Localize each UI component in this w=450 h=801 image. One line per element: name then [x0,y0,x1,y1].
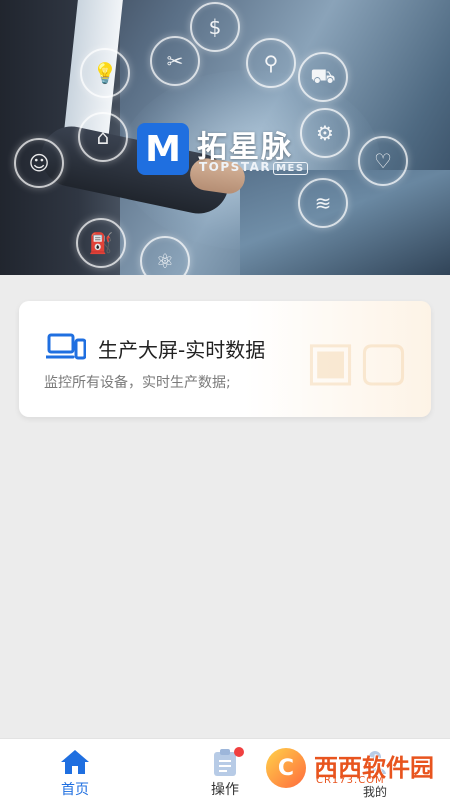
tab-home[interactable]: 首页 [0,739,150,801]
monitor-device-icon [46,333,86,360]
card-description: 监控所有设备，实时生产数据; [44,375,231,391]
oil-pump-icon: ⛽ [76,218,126,268]
card-decoration: ▣▢ [304,329,411,392]
brand-sub-text: TOPSTAR [199,160,272,174]
handshake-icon: ♡ [358,136,408,186]
brand-subtitle: TOPSTAR MES [199,160,308,175]
dollar-icon: $ [190,2,240,52]
lightbulb-icon: 💡 [80,48,130,98]
watermark-logo-icon: C [266,748,306,788]
notification-badge [234,747,244,757]
tab-home-label: 首页 [61,782,89,798]
search-icon: ⚲ [246,38,296,88]
home-icon [61,750,89,774]
person-icon: ☺ [14,138,64,188]
hero-machinery [240,170,450,275]
bottom-tab-bar: 首页 操作 我的 C 西西软件园 CR173.COM [0,738,450,801]
atom-icon: ⚛ [140,236,190,275]
wrench-icon: ✂ [150,36,200,86]
watermark-url: CR173.COM [316,775,385,786]
wifi-icon: ≋ [298,178,348,228]
hero-banner: $ ✂ 💡 ⚲ ⛟ ⌂ ⚙ ☺ ♡ ≋ ⛽ ⚛ M 拓星脉 TOPSTAR MES [0,0,450,275]
production-screen-card[interactable]: ▣▢ 生产大屏-实时数据 监控所有设备，实时生产数据; [19,301,431,417]
brand-tag: MES [273,162,308,175]
factory-icon: ⌂ [78,112,128,162]
brand-logo: M 拓星脉 TOPSTAR MES [137,120,337,180]
card-title: 生产大屏-实时数据 [98,338,266,362]
truck-icon: ⛟ [298,52,348,102]
brand-mark: M [137,123,189,175]
site-watermark: C 西西软件园 CR173.COM [266,746,436,790]
